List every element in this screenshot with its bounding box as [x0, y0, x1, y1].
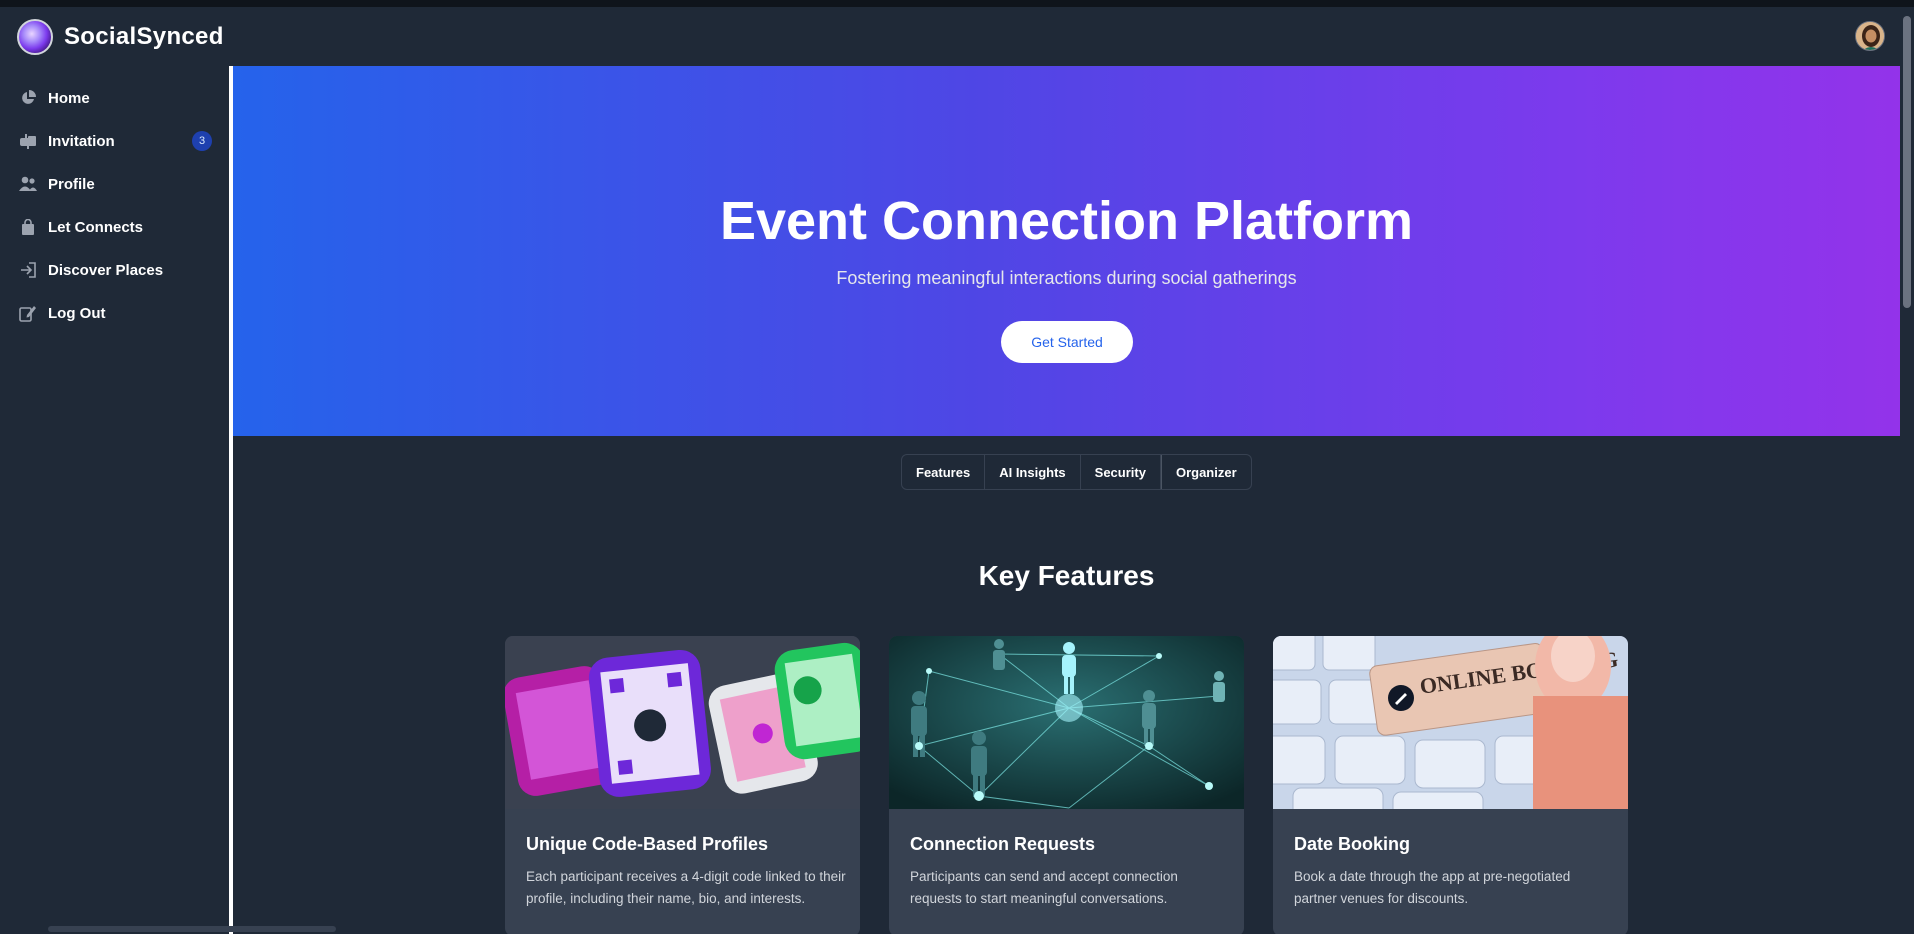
card-description: Participants can send and accept connect… — [910, 869, 1178, 906]
feature-card-profiles[interactable]: Unique Code-Based Profiles Each particip… — [505, 636, 860, 934]
user-avatar[interactable] — [1855, 21, 1885, 51]
tab-organizer[interactable]: Organizer — [1160, 455, 1251, 489]
sidebar-item-profile[interactable]: Profile — [18, 169, 218, 199]
window-top-strip — [0, 0, 1914, 7]
hero-title: Event Connection Platform — [719, 191, 1414, 251]
sidebar-item-invitation[interactable]: Invitation 3 — [18, 126, 218, 156]
horizontal-scrollbar[interactable] — [48, 926, 336, 932]
mailbox-icon — [18, 131, 38, 151]
sidebar: Home Invitation 3 Profile Let Connects D… — [0, 66, 230, 934]
sidebar-item-label: Discover Places — [48, 261, 164, 279]
brand-name[interactable]: SocialSynced — [64, 23, 224, 51]
feature-card-date-booking[interactable]: ONLINE BOOKING Date Booking Book a date … — [1273, 636, 1628, 934]
card-description: Each participant receives a 4-digit code… — [526, 869, 846, 906]
tab-security[interactable]: Security — [1081, 455, 1161, 489]
vertical-scrollbar-thumb[interactable] — [1903, 16, 1911, 308]
users-icon — [18, 174, 38, 194]
sidebar-item-label: Home — [48, 89, 90, 107]
sidebar-item-log-out[interactable]: Log Out — [18, 298, 218, 328]
sidebar-item-home[interactable]: Home — [18, 83, 218, 113]
card-title: Unique Code-Based Profiles — [526, 834, 769, 854]
sidebar-item-label: Log Out — [48, 304, 106, 322]
sidebar-item-label: Profile — [48, 175, 95, 193]
sidebar-item-label: Invitation — [48, 132, 115, 150]
tab-ai-insights[interactable]: AI Insights — [985, 455, 1081, 489]
sidebar-item-discover-places[interactable]: Discover Places — [18, 255, 218, 285]
pie-chart-icon — [18, 88, 38, 108]
sidebar-item-label: Let Connects — [48, 218, 144, 236]
qr-codes-image — [505, 636, 860, 809]
app-logo[interactable] — [17, 19, 53, 55]
feature-card-connections[interactable]: Connection Requests Participants can sen… — [889, 636, 1244, 934]
card-title: Date Booking — [1294, 834, 1411, 854]
sign-in-icon — [18, 260, 38, 280]
main-content: Event Connection Platform Fostering mean… — [233, 66, 1900, 934]
key-features-heading: Key Features — [978, 560, 1155, 591]
top-navbar: SocialSynced — [0, 7, 1904, 66]
network-people-image — [889, 636, 1244, 809]
get-started-button[interactable]: Get Started — [1001, 321, 1133, 363]
card-title: Connection Requests — [910, 834, 1096, 854]
hero-subtitle: Fostering meaningful interactions during… — [836, 268, 1297, 288]
tab-features[interactable]: Features — [902, 455, 986, 489]
sidebar-item-let-connects[interactable]: Let Connects — [18, 212, 218, 242]
hero-banner: Event Connection Platform Fostering mean… — [233, 66, 1900, 436]
card-description: Book a date through the app at pre-negot… — [1294, 869, 1571, 906]
section-tabs: Features AI Insights Security Organizer — [901, 454, 1252, 490]
online-booking-keyboard-image: ONLINE BOOKING — [1273, 636, 1628, 809]
shopping-bag-icon — [18, 217, 38, 237]
invitation-count-badge: 3 — [192, 131, 212, 151]
edit-icon — [18, 303, 38, 323]
